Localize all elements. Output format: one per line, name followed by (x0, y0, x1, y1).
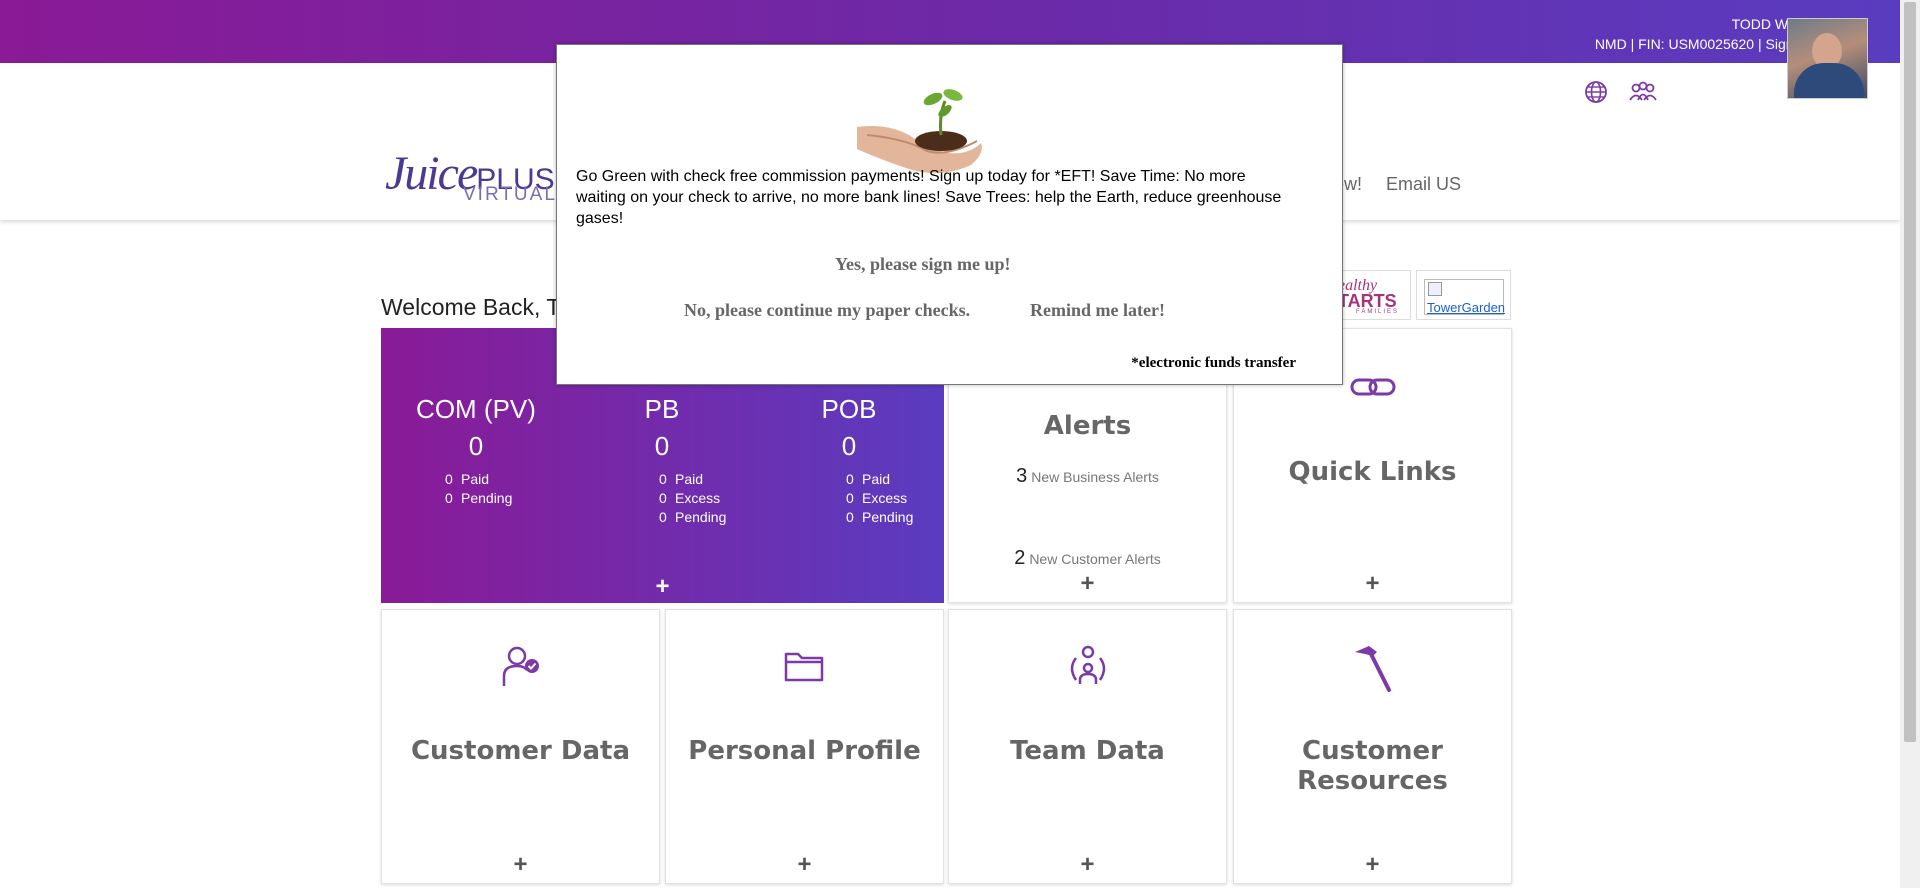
broken-image-icon (1428, 282, 1442, 296)
welcome-message: Welcome Back, T (381, 294, 561, 320)
eft-footnote: *electronic funds transfer (1131, 355, 1296, 371)
fin-value: USM0025620 (1668, 36, 1755, 52)
commission-expand-button[interactable]: + (381, 573, 944, 601)
team-icon[interactable] (1628, 80, 1658, 104)
customer-data-tile[interactable]: Customer Data + (381, 609, 660, 884)
team-data-title: Team Data (1010, 736, 1165, 766)
commission-title: POB (821, 394, 877, 424)
avatar[interactable] (1787, 18, 1868, 99)
tower-garden-alt-text: TowerGarden (1427, 300, 1506, 315)
avatar-shirt (1794, 63, 1864, 98)
eft-signup-modal: Go Green with check free commission paym… (556, 44, 1343, 385)
customer-resources-expand-button[interactable]: + (1234, 851, 1511, 879)
eft-no-link[interactable]: No, please continue my paper checks. (684, 300, 970, 321)
customer-data-expand-button[interactable]: + (382, 851, 659, 879)
hammer-icon (1354, 646, 1391, 692)
healthy-starts-logo[interactable]: ealthy TARTS FAMILIES (1333, 270, 1411, 320)
customer-alerts[interactable]: 2 New Customer Alerts (949, 547, 1226, 570)
tower-garden-logo[interactable]: TowerGarden (1416, 270, 1511, 320)
personal-profile-tile[interactable]: Personal Profile + (665, 609, 944, 884)
link-icon (1350, 378, 1395, 396)
quick-links-expand-button[interactable]: + (1234, 570, 1511, 598)
eft-remind-later-link[interactable]: Remind me later! (1030, 300, 1165, 321)
team-data-tile[interactable]: Team Data + (948, 609, 1227, 884)
team-network-icon (1070, 645, 1105, 684)
commission-title: PB (644, 394, 680, 424)
fin-label: FIN: (1638, 36, 1665, 52)
commission-value: 0 (468, 431, 484, 461)
tower-garden-image: TowerGarden (1424, 279, 1506, 315)
personal-profile-expand-button[interactable]: + (666, 851, 943, 879)
customer-data-title: Customer Data (410, 736, 631, 766)
page-scrollbar[interactable] (1900, 0, 1920, 888)
alerts-expand-button[interactable]: + (949, 570, 1226, 598)
customer-check-icon (502, 646, 539, 686)
team-data-expand-button[interactable]: + (949, 851, 1226, 879)
alerts-title: Alerts (1043, 411, 1132, 441)
business-alerts[interactable]: 3 New Business Alerts (949, 465, 1226, 488)
folder-icon (784, 652, 823, 682)
customer-resources-title: Customer Resources (1297, 736, 1448, 796)
commission-value: 0 (654, 431, 670, 461)
nav-link-email-us[interactable]: Email US (1386, 174, 1461, 195)
globe-icon[interactable] (1584, 80, 1608, 104)
scrollbar-thumb[interactable] (1904, 2, 1916, 742)
commission-column-pob: POB 0 0 Paid 0 Excess 0 Pending (774, 394, 924, 527)
eft-yes-link[interactable]: Yes, please sign me up! (835, 254, 1011, 275)
commission-title: COM (PV) (416, 394, 536, 424)
user-rank: NMD (1594, 36, 1627, 52)
eft-message: Go Green with check free commission paym… (576, 168, 1282, 227)
commission-column-pb: PB 0 0 Paid 0 Excess 0 Pending (587, 394, 737, 527)
customer-resources-tile[interactable]: Customer Resources + (1233, 609, 1512, 884)
juice-plus-logo[interactable]: JuicePLUS VIRTUAL OFFICE (385, 146, 643, 206)
personal-profile-title: Personal Profile (688, 736, 921, 766)
plant-in-hands-image (857, 89, 982, 173)
commission-value: 0 (841, 431, 857, 461)
quick-links-title: Quick Links (1288, 457, 1457, 487)
commission-column-com: COM (PV) 0 0 Paid 0 Pending (401, 394, 551, 508)
